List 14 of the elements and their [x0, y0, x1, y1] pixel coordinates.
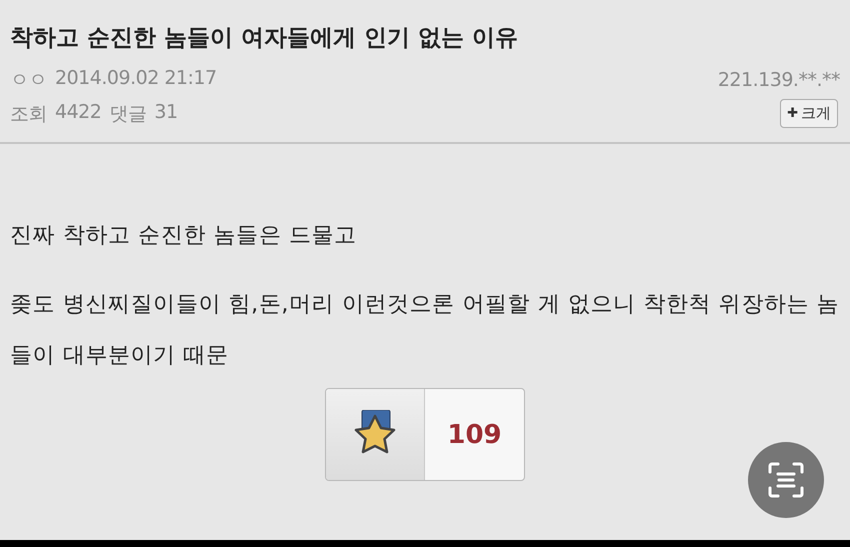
paragraph: 진짜 착하고 순진한 놈들은 드물고 — [10, 222, 358, 250]
views-count: 4422 — [55, 100, 102, 124]
post-datetime: 2014.09.02 21:17 — [55, 67, 217, 91]
enlarge-button[interactable]: ✚ 크게 — [780, 99, 838, 128]
comments-count: 31 — [154, 100, 178, 124]
post-title: 착하고 순진한 놈들이 여자들에게 인기 없는 이유 — [10, 24, 520, 53]
author-ip: 221.139.**.** — [718, 69, 840, 91]
scan-icon — [766, 460, 806, 500]
paragraph: 좆도 병신찌질이들이 힘,돈,머리 이런것으론 어필할 게 없으니 착한척 위장하는 놈들이 대부분이기 때문 — [10, 291, 840, 370]
comments-label: 댓글 — [109, 102, 146, 126]
author-name: ㅇㅇ — [10, 68, 47, 93]
recommend-button[interactable]: 109 — [325, 388, 525, 481]
views-label: 조회 — [10, 102, 47, 126]
plus-icon: ✚ — [787, 106, 798, 121]
